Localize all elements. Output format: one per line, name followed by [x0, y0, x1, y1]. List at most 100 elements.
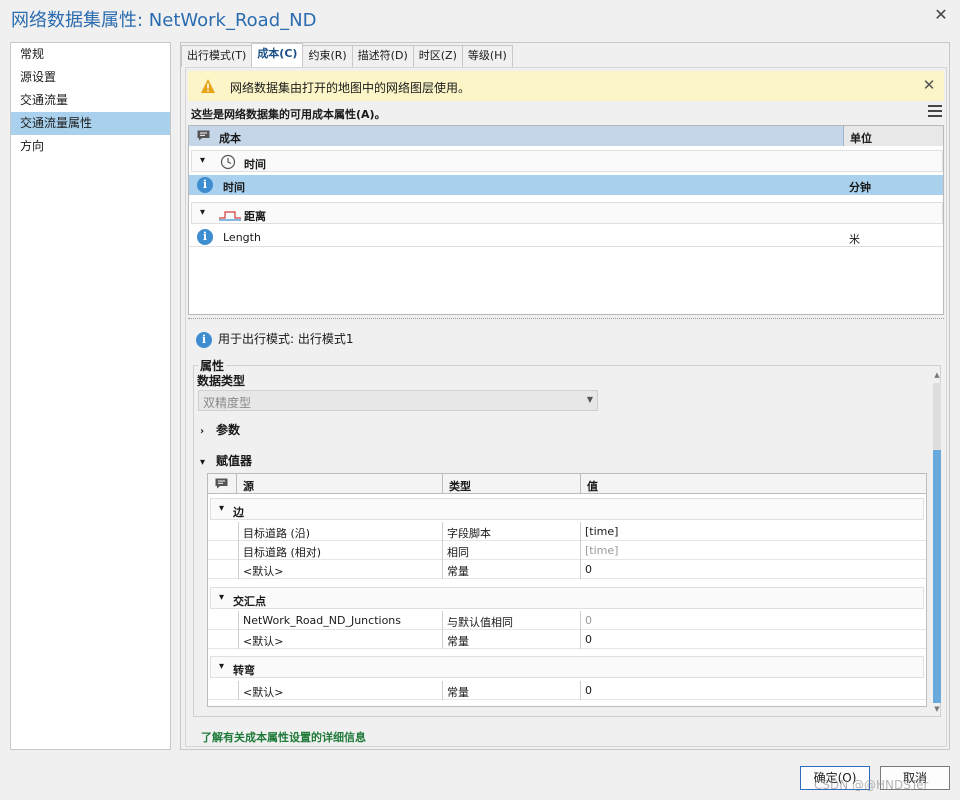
- evaluators-table-header: 源 类型 值: [208, 474, 926, 494]
- info-icon: i: [197, 177, 213, 193]
- evaluator-group-label: 交汇点: [233, 595, 266, 608]
- sidebar-item-general[interactable]: 常规: [11, 43, 170, 66]
- parameters-expander[interactable]: › 参数: [200, 421, 240, 438]
- sidebar-item-traffic-attributes[interactable]: 交通流量属性: [11, 112, 170, 135]
- chevron-down-icon[interactable]: ▾: [219, 503, 224, 514]
- cost-column-header[interactable]: 成本: [219, 130, 241, 146]
- unit-column-header[interactable]: 单位: [843, 126, 943, 146]
- sidebar-item-directions[interactable]: 方向: [11, 135, 170, 158]
- data-type-label: 数据类型: [197, 374, 246, 388]
- tab-restrictions[interactable]: 约束(R): [302, 45, 353, 67]
- evaluator-row[interactable]: <默认> 常量 0: [208, 630, 926, 649]
- cost-attributes-table: 成本 单位 ▾ 时间 i 时间 分钟 ▾ 距离 i Length 米: [188, 125, 944, 315]
- evaluator-group-label: 转弯: [233, 664, 255, 677]
- scroll-thumb[interactable]: [933, 450, 941, 703]
- hamburger-menu-icon[interactable]: [928, 105, 942, 117]
- evaluator-value[interactable]: 0: [580, 681, 926, 700]
- main-panel: 出行模式(T) 成本(C) 约束(R) 描述符(D) 时区(Z) 等级(H) 网…: [180, 42, 950, 750]
- evaluator-row[interactable]: NetWork_Road_ND_Junctions 与默认值相同 0: [208, 611, 926, 630]
- travel-mode-text: 用于出行模式: 出行模式1: [218, 332, 354, 346]
- cost-name: 时间: [223, 181, 245, 194]
- evaluator-type[interactable]: 常量: [442, 681, 580, 700]
- info-icon: i: [197, 229, 213, 245]
- evaluators-expander[interactable]: ▾ 赋值器: [200, 452, 252, 469]
- sidebar-item-source-settings[interactable]: 源设置: [11, 66, 170, 89]
- warning-close-icon[interactable]: ✕: [920, 76, 938, 94]
- evaluator-row[interactable]: <默认> 常量 0: [208, 681, 926, 700]
- evaluator-source: <默认>: [238, 681, 442, 700]
- evaluator-row[interactable]: <默认> 常量 0: [208, 560, 926, 579]
- chevron-right-icon[interactable]: ›: [200, 426, 216, 437]
- cost-unit: 米: [849, 233, 860, 246]
- sidebar-item-traffic[interactable]: 交通流量: [11, 89, 170, 112]
- warning-text: 网络数据集由打开的地图中的网络图层使用。: [230, 81, 471, 95]
- evaluator-source: <默认>: [238, 560, 442, 579]
- evaluator-value[interactable]: [time]: [580, 522, 926, 541]
- evaluator-value[interactable]: 0: [580, 611, 926, 630]
- evaluator-type[interactable]: 与默认值相同: [442, 611, 580, 630]
- ok-button[interactable]: 确定(O): [800, 766, 870, 790]
- evaluator-type[interactable]: 字段脚本: [442, 522, 580, 541]
- chevron-down-icon[interactable]: ▾: [200, 457, 216, 468]
- chevron-down-icon[interactable]: ▾: [200, 207, 205, 218]
- splitter-handle[interactable]: [188, 318, 944, 319]
- properties-scrollbar[interactable]: ▲ ▼: [932, 371, 942, 715]
- cost-row-time[interactable]: i 时间 分钟: [189, 175, 943, 195]
- evaluators-label: 赋值器: [216, 454, 253, 468]
- tab-content: 网络数据集由打开的地图中的网络图层使用。 ✕ 这些是网络数据集的可用成本属性(A…: [185, 67, 947, 747]
- data-type-select[interactable]: 双精度型 ▼: [198, 390, 598, 411]
- learn-more-link[interactable]: 了解有关成本属性设置的详细信息: [201, 729, 366, 745]
- evaluator-value[interactable]: 0: [580, 560, 926, 579]
- scroll-up-icon[interactable]: ▲: [932, 371, 942, 381]
- distance-icon: [219, 211, 241, 221]
- cancel-button[interactable]: 取消: [880, 766, 950, 790]
- evaluators-table: 源 类型 值 ▾ 边 目标道路 (沿) 字段脚本 [time] 目标道路 (相对…: [207, 473, 927, 707]
- parameters-label: 参数: [216, 423, 241, 437]
- warning-banner: 网络数据集由打开的地图中的网络图层使用。 ✕: [188, 71, 944, 101]
- comment-icon[interactable]: [197, 130, 210, 141]
- cost-group-label: 距离: [244, 210, 266, 223]
- value-column-header[interactable]: 值: [580, 474, 926, 494]
- cost-row-length[interactable]: i Length 米: [189, 227, 943, 247]
- evaluator-group-label: 边: [233, 506, 244, 519]
- evaluator-type[interactable]: 常量: [442, 630, 580, 649]
- evaluator-value[interactable]: [time]: [580, 541, 926, 560]
- scroll-down-icon[interactable]: ▼: [932, 705, 942, 715]
- chevron-down-icon[interactable]: ▾: [219, 661, 224, 672]
- cost-group-distance[interactable]: ▾ 距离: [191, 202, 943, 224]
- evaluator-row[interactable]: 目标道路 (相对) 相同 [time]: [208, 541, 926, 560]
- info-icon: i: [196, 331, 212, 348]
- tab-strip: 出行模式(T) 成本(C) 约束(R) 描述符(D) 时区(Z) 等级(H): [181, 43, 513, 67]
- chevron-down-icon[interactable]: ▾: [200, 155, 205, 166]
- evaluator-value[interactable]: 0: [580, 630, 926, 649]
- tab-descriptors[interactable]: 描述符(D): [351, 45, 414, 67]
- dropdown-arrow-icon[interactable]: ▼: [587, 395, 593, 404]
- cost-group-time[interactable]: ▾ 时间: [191, 150, 943, 172]
- dialog-title: 网络数据集属性: NetWork_Road_ND: [11, 10, 317, 31]
- tab-hierarchy[interactable]: 等级(H): [461, 45, 513, 67]
- dialog-window: 网络数据集属性: NetWork_Road_ND ✕ 常规 源设置 交通流量 交…: [0, 0, 960, 800]
- cost-group-label: 时间: [244, 158, 266, 171]
- sidebar: 常规 源设置 交通流量 交通流量属性 方向: [10, 42, 171, 750]
- evaluator-row[interactable]: 目标道路 (沿) 字段脚本 [time]: [208, 522, 926, 541]
- evaluator-source: 目标道路 (相对): [238, 541, 442, 560]
- source-column-header[interactable]: 源: [236, 474, 442, 494]
- cost-section-label: 这些是网络数据集的可用成本属性(A)。: [191, 108, 386, 121]
- evaluator-group-junctions[interactable]: ▾ 交汇点: [210, 587, 924, 609]
- evaluator-type[interactable]: 相同: [442, 541, 580, 560]
- type-column-header[interactable]: 类型: [442, 474, 580, 494]
- tab-costs[interactable]: 成本(C): [251, 43, 304, 67]
- tab-time-zones[interactable]: 时区(Z): [412, 45, 463, 67]
- clock-icon: [220, 154, 236, 170]
- evaluator-group-turns[interactable]: ▾ 转弯: [210, 656, 924, 678]
- comment-icon[interactable]: [215, 478, 228, 489]
- evaluator-source: <默认>: [238, 630, 442, 649]
- cost-table-header: 成本 单位: [189, 126, 943, 146]
- chevron-down-icon[interactable]: ▾: [219, 592, 224, 603]
- cost-name: Length: [223, 231, 261, 244]
- warning-icon: [201, 79, 215, 93]
- close-icon[interactable]: ✕: [932, 6, 950, 24]
- tab-travel-modes[interactable]: 出行模式(T): [181, 45, 253, 67]
- evaluator-type[interactable]: 常量: [442, 560, 580, 579]
- evaluator-group-edges[interactable]: ▾ 边: [210, 498, 924, 520]
